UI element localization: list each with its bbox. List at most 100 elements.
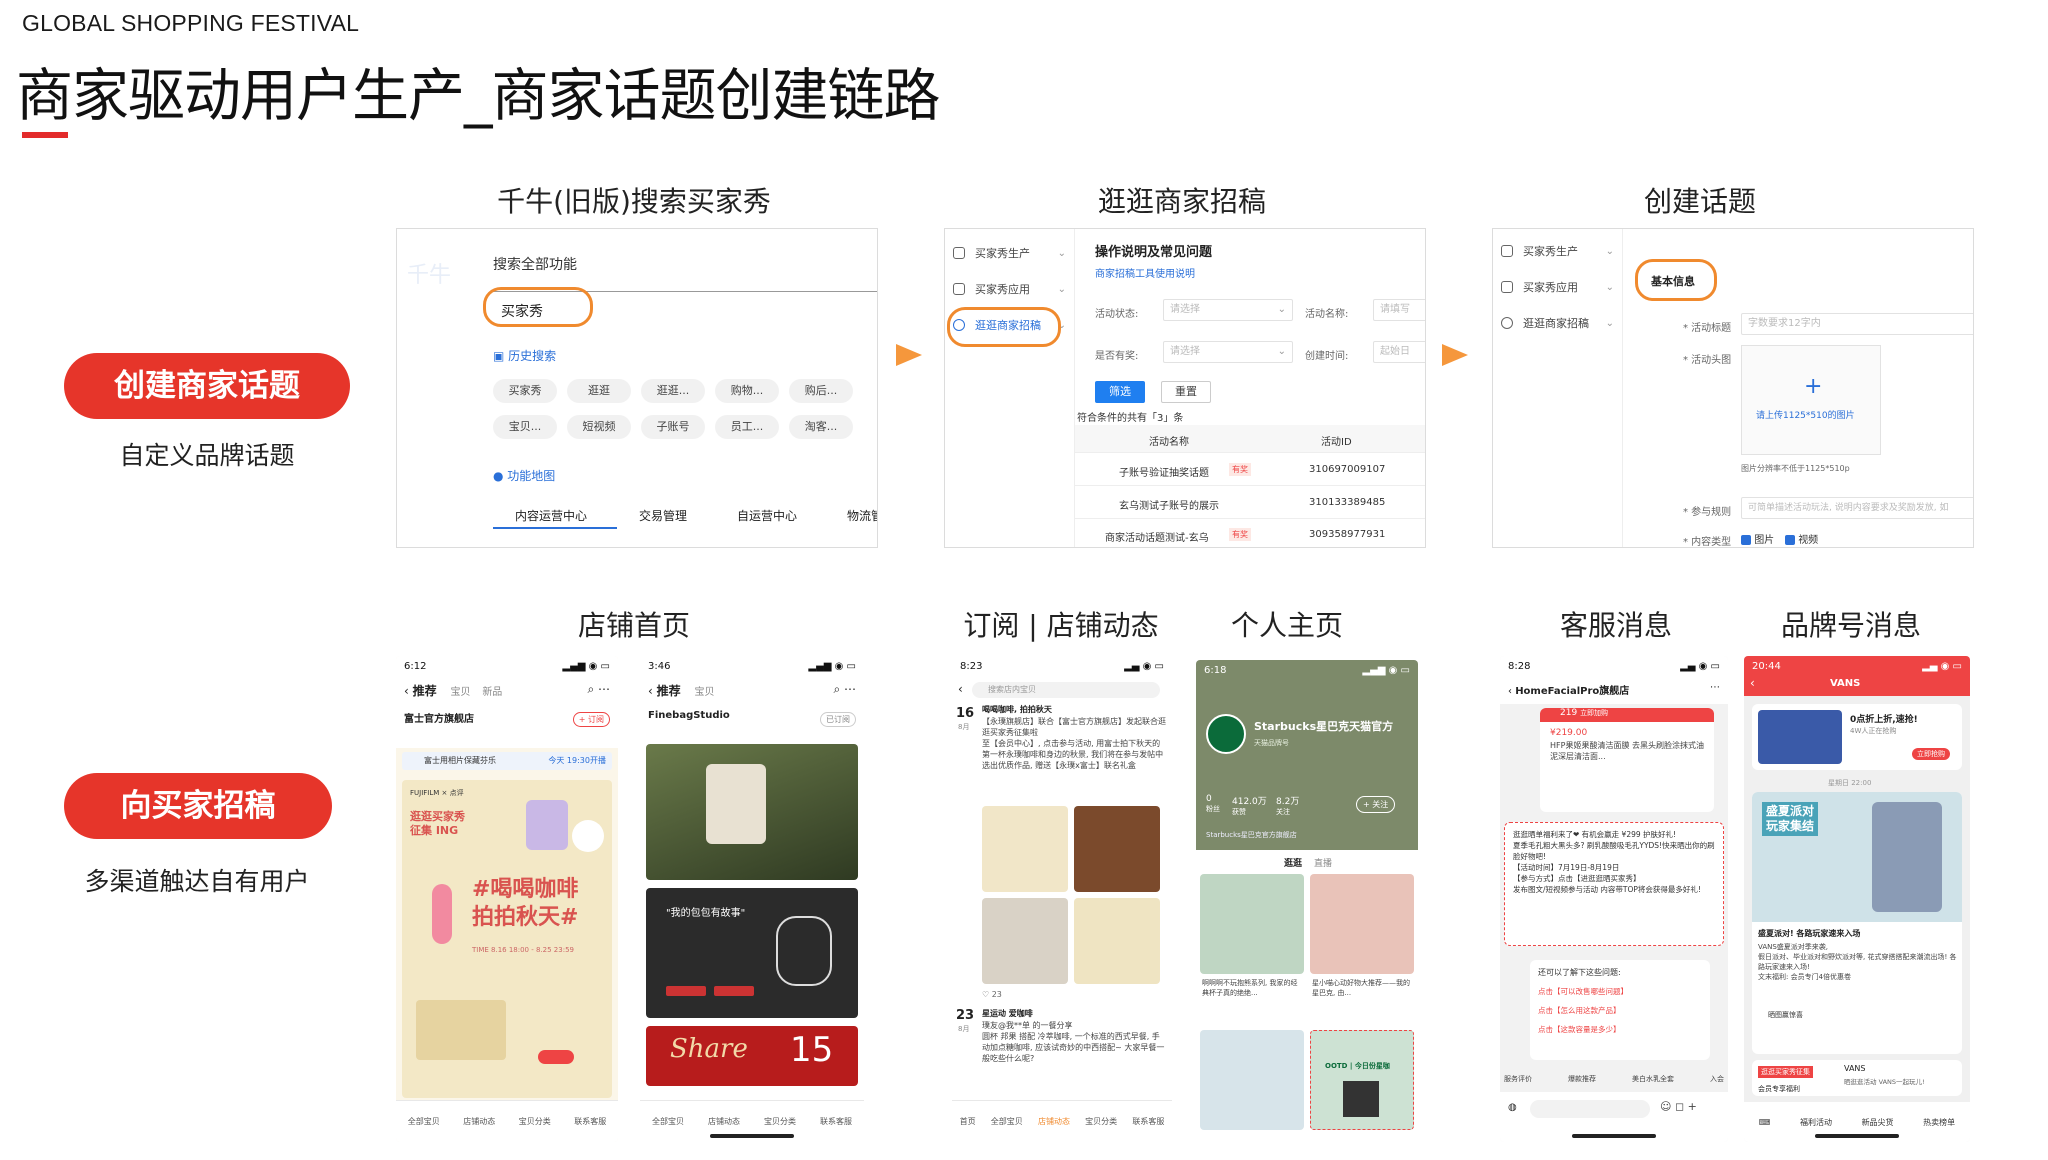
menu-new[interactable]: 新品尖货 <box>1862 1117 1894 1128</box>
post-image[interactable] <box>982 898 1068 984</box>
tab-live[interactable]: 直播 <box>1314 856 1332 869</box>
post-image[interactable] <box>1074 898 1160 984</box>
back-icon[interactable]: ‹ <box>648 684 653 698</box>
back-icon[interactable]: ‹ <box>404 684 409 698</box>
sidebar-item-buyer-show-production[interactable]: 买家秀生产 ⌄ <box>1493 235 1622 269</box>
reset-button[interactable]: 重置 <box>1161 381 1211 403</box>
history-tag[interactable]: 淘客... <box>789 415 853 439</box>
quick-set[interactable]: 美白水乳全套 <box>1632 1074 1674 1084</box>
rule-input[interactable]: 可简单描述活动玩法, 说明内容要求及奖励发放, 如 <box>1741 497 1973 519</box>
tab-items[interactable]: 宝贝 <box>450 687 470 698</box>
tab-items[interactable]: 宝贝 <box>694 687 714 698</box>
tab-logistics[interactable]: 物流管 <box>847 507 877 524</box>
sidebar-item-buyer-show-app[interactable]: 买家秀应用 ⌄ <box>1493 271 1622 305</box>
faq-link[interactable]: 点击【怎么用这款产品】 <box>1538 1004 1702 1017</box>
subscribe-button[interactable]: + 订阅 <box>572 712 610 727</box>
search-icon[interactable]: ⌕ ⋯ <box>833 682 856 697</box>
tab-self-operation[interactable]: 自运营中心 <box>737 507 797 524</box>
cta-tag[interactable] <box>666 986 706 996</box>
follow-button[interactable]: + 关注 <box>1356 796 1396 813</box>
photo-reward-row[interactable]: 晒图赢惊喜 <box>1768 1010 1803 1020</box>
tab-content-center[interactable]: 内容运营中心 <box>515 507 587 524</box>
subscribed-button[interactable]: 已订阅 <box>820 712 856 727</box>
tab-all-items[interactable]: 全部宝贝 <box>408 1116 440 1127</box>
like-count[interactable]: ♡ 23 <box>982 990 1002 999</box>
tab-store-feed[interactable]: 店铺动态 <box>708 1116 740 1127</box>
faq-link[interactable]: 点击【可以改售哪些问题】 <box>1538 985 1702 998</box>
reward-select[interactable]: 请选择 ⌄ <box>1163 341 1293 363</box>
history-tag[interactable]: 员工... <box>715 415 779 439</box>
tab-categories[interactable]: 宝贝分类 <box>1085 1116 1117 1127</box>
name-input[interactable]: 请填写 <box>1373 299 1425 321</box>
back-icon[interactable]: ‹ <box>958 682 963 696</box>
back-icon[interactable]: ‹ <box>1508 686 1512 697</box>
checkbox-video[interactable]: 视频 <box>1785 531 1818 546</box>
table-row[interactable]: 玄乌测试子账号的展示 310133389485 <box>1075 486 1425 519</box>
cta-tag[interactable] <box>714 986 754 996</box>
ootd-post[interactable]: OOTD | 今日份星咖 <box>1310 1030 1414 1130</box>
search-input[interactable]: 搜索店内宝贝 <box>972 682 1160 698</box>
sidebar-item-buyer-show-production[interactable]: 买家秀生产 ⌄ <box>945 237 1074 271</box>
post-image[interactable] <box>1310 874 1414 974</box>
history-tag[interactable]: 逛逛... <box>641 379 705 403</box>
share-card[interactable]: Share 15 <box>646 1026 858 1086</box>
menu-keyboard-icon[interactable]: ⌨ <box>1759 1118 1771 1127</box>
quick-hot[interactable]: 爆款推荐 <box>1568 1074 1596 1084</box>
tab-trade[interactable]: 交易管理 <box>639 507 687 524</box>
bag-photo[interactable] <box>646 744 858 880</box>
recruit-row[interactable]: 逛逛买家秀征集 VANS 晒逛逛活动 VANS一起玩儿! 会员专享福利 <box>1752 1060 1962 1096</box>
history-tag[interactable]: 买家秀 <box>493 379 557 403</box>
tab-all-items[interactable]: 全部宝贝 <box>652 1116 684 1127</box>
history-tag[interactable]: 子账号 <box>641 415 705 439</box>
status-select[interactable]: 请选择 ⌄ <box>1163 299 1293 321</box>
live-notice[interactable]: 富士用相片保藏芬乐 今天 19:30开播 <box>402 752 612 770</box>
menu-benefits[interactable]: 福利活动 <box>1800 1117 1832 1128</box>
store-link[interactable]: Starbucks星巴克官方旗舰店 <box>1206 830 1297 840</box>
post-image[interactable] <box>982 806 1068 892</box>
tab-guangguang[interactable]: 逛逛 <box>1284 856 1302 869</box>
promo-card[interactable]: 0点折上折,速抢! 4W人正在抢购 立即抢购 <box>1752 704 1962 770</box>
sidebar-item-buyer-show-app[interactable]: 买家秀应用 ⌄ <box>945 273 1074 307</box>
table-row[interactable]: 商家活动话题测试-玄乌 有奖 309358977931 <box>1075 519 1425 547</box>
tab-contact-cs[interactable]: 联系客服 <box>1132 1116 1164 1127</box>
tab-new[interactable]: 新品 <box>482 687 502 698</box>
sidebar-item-recruit[interactable]: 逛逛商家招稿 ⌄ <box>1493 307 1622 341</box>
history-tag[interactable]: 购后... <box>789 379 853 403</box>
quick-member[interactable]: 入会 <box>1710 1074 1724 1084</box>
time-range-input[interactable]: 起始日 <box>1373 341 1425 363</box>
tab-store-feed[interactable]: 店铺动态 <box>1038 1116 1070 1127</box>
tab-contact-cs[interactable]: 联系客服 <box>820 1116 852 1127</box>
quick-rate[interactable]: 服务评价 <box>1504 1074 1532 1084</box>
recruit-message[interactable]: 逛逛晒单福利来了❤ 有机会赢走 ¥299 护肤好礼! 夏季毛孔粗大黑头多? 刷乳… <box>1504 822 1724 946</box>
filter-button[interactable]: 筛选 <box>1095 381 1145 403</box>
voice-icon[interactable]: ◍ <box>1508 1102 1517 1113</box>
tab-recommend[interactable]: 推荐 <box>413 684 437 698</box>
chat-input[interactable] <box>1530 1100 1650 1118</box>
history-tag[interactable]: 购物... <box>715 379 779 403</box>
image-upload[interactable]: + 请上传1125*510的图片 <box>1741 345 1881 455</box>
post-image[interactable] <box>1074 806 1160 892</box>
join-button[interactable] <box>538 1050 574 1064</box>
menu-hot[interactable]: 热卖榜单 <box>1923 1117 1955 1128</box>
history-tag[interactable]: 短视频 <box>567 415 631 439</box>
history-tag[interactable]: 逛逛 <box>567 379 631 403</box>
search-icon[interactable]: ⌕ ⋯ <box>587 682 610 697</box>
tab-categories[interactable]: 宝贝分类 <box>764 1116 796 1127</box>
tab-all-items[interactable]: 全部宝贝 <box>991 1116 1023 1127</box>
tab-categories[interactable]: 宝贝分类 <box>519 1116 551 1127</box>
table-row[interactable]: 子账号验证抽奖话题 有奖 310697009107 <box>1075 453 1425 486</box>
title-input[interactable]: 字数要求12字内 <box>1741 313 1973 335</box>
story-card[interactable]: "我的包包有故事" <box>646 888 858 1018</box>
buy-now-button[interactable]: 立即抢购 <box>1912 748 1950 760</box>
back-icon[interactable]: ‹ <box>1750 676 1755 690</box>
tab-home[interactable]: 首页 <box>960 1116 976 1127</box>
tab-contact-cs[interactable]: 联系客服 <box>574 1116 606 1127</box>
more-icon[interactable]: ⋯ <box>1710 682 1720 693</box>
tab-recommend[interactable]: 推荐 <box>657 684 681 698</box>
tab-store-feed[interactable]: 店铺动态 <box>463 1116 495 1127</box>
topic-poster[interactable]: FUJIFILM × 点评 逛逛买家秀 征集 ING #喝喝咖啡 拍拍秋天# T… <box>402 780 612 1098</box>
post-image[interactable] <box>1200 874 1304 974</box>
activity-card[interactable]: 盛夏派对 玩家集结 盛夏派对! 各路玩家速来入场 VANS盛夏派对季来袭, 假日… <box>1752 792 1962 1054</box>
faq-link[interactable]: 点击【这款容量是多少】 <box>1538 1023 1702 1036</box>
emoji-icon[interactable]: ☺ ◻ + <box>1660 1100 1697 1113</box>
